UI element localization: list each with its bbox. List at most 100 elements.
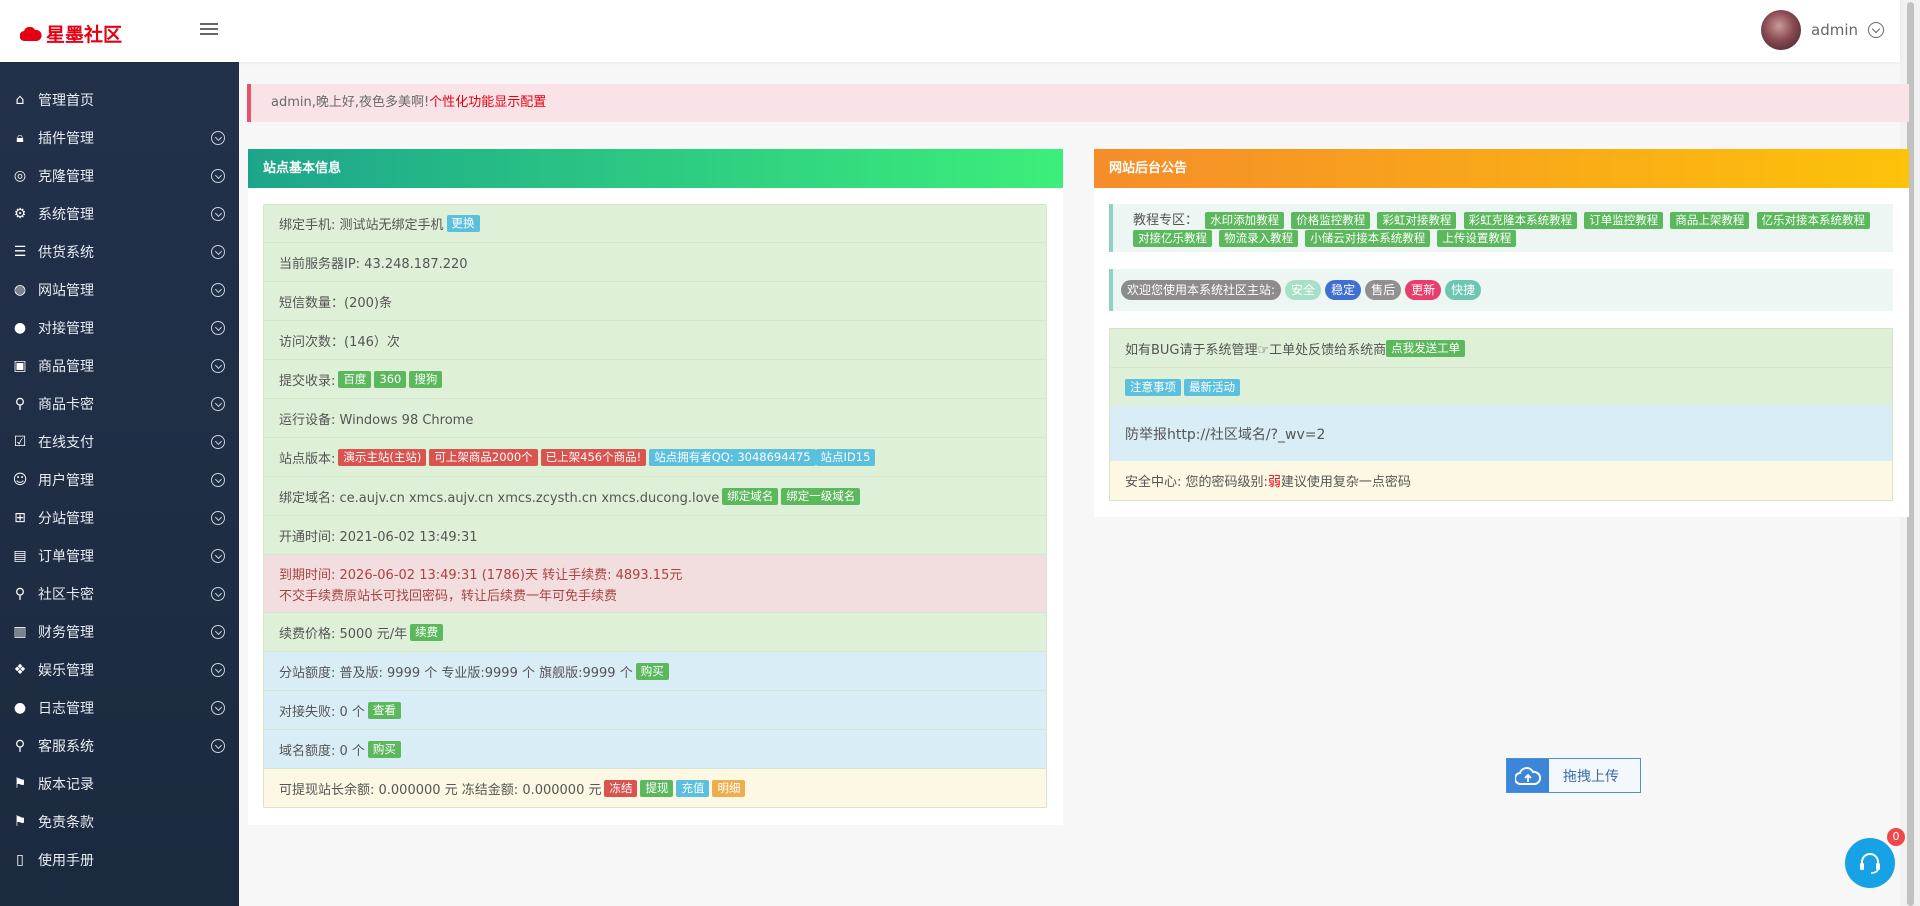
- renew-label: 续费价格: 5000 元/年: [279, 626, 408, 642]
- brand-logo[interactable]: 星墨社区: [20, 20, 122, 47]
- sidebar-item-customer-service[interactable]: ⚲ 客服系统: [0, 727, 239, 765]
- tutorial-link[interactable]: 对接亿乐教程: [1133, 230, 1212, 247]
- sidebar-item-product-keys[interactable]: ⚲ 商品卡密: [0, 385, 239, 423]
- tutorial-link[interactable]: 物流录入教程: [1219, 230, 1299, 247]
- sidebar-item-clone[interactable]: ◎ 克隆管理: [0, 157, 239, 195]
- personalize-link[interactable]: 个性化功能显示配置: [429, 95, 546, 110]
- sidebar-item-label: 使用手册: [38, 853, 94, 869]
- chevron-down-icon: [211, 207, 225, 221]
- sidebar-item-manual[interactable]: ▯ 使用手册: [0, 841, 239, 879]
- quota-row: 分站额度: 普及版: 9999 个 专业版:9999 个 旗舰版:9999 个 …: [264, 652, 1046, 691]
- anti-report-url: 防举报http://社区域名/?_wv=2: [1125, 426, 1326, 443]
- 360-button[interactable]: 360: [374, 370, 407, 388]
- withdraw-button[interactable]: 提现: [640, 779, 674, 797]
- sidebar-item-label: 版本记录: [38, 777, 94, 793]
- recharge-button[interactable]: 充值: [676, 779, 710, 797]
- change-phone-button[interactable]: 更换: [446, 215, 480, 232]
- sidebar-item-label: 社区卡密: [38, 587, 94, 603]
- buy-domain-button[interactable]: 购买: [367, 740, 401, 758]
- sidebar-item-logs[interactable]: ● 日志管理: [0, 689, 239, 727]
- view-button[interactable]: 查看: [367, 701, 401, 719]
- tutorial-link[interactable]: 商品上架教程: [1670, 212, 1750, 229]
- drag-upload-button[interactable]: 拖拽上传: [1506, 758, 1641, 793]
- tutorial-link[interactable]: 小储云对接本系统教程: [1305, 230, 1431, 247]
- stable-pill: 稳定: [1325, 280, 1362, 300]
- anti-report-row: 防举报http://社区域名/?_wv=2: [1110, 406, 1892, 461]
- sidebar-item-label: 插件管理: [38, 131, 94, 147]
- tutorial-link[interactable]: 订单监控教程: [1584, 212, 1664, 229]
- sidebar-item-plugins[interactable]: 🔒︎ 插件管理: [0, 119, 239, 157]
- bind-domain-button[interactable]: 绑定域名: [722, 487, 779, 505]
- sidebar-item-community-keys[interactable]: ⚲ 社区卡密: [0, 575, 239, 613]
- tutorial-link[interactable]: 价格监控教程: [1291, 212, 1371, 229]
- chevron-down-icon: [211, 359, 225, 373]
- renew-row: 续费价格: 5000 元/年 续费: [264, 613, 1046, 652]
- product-limit-badge: 可上架商品2000个: [429, 448, 538, 466]
- tutorial-link[interactable]: 上传设置教程: [1437, 230, 1517, 247]
- chevron-down-icon: [211, 131, 225, 145]
- chevron-down-icon: [211, 473, 225, 487]
- tutorial-link[interactable]: 彩虹克隆本系统教程: [1463, 212, 1578, 229]
- username[interactable]: admin: [1811, 21, 1858, 39]
- cloud-icon: [20, 26, 42, 41]
- sidebar-item-website[interactable]: ◍ 网站管理: [0, 271, 239, 309]
- panel-title: 网站后台公告: [1094, 149, 1909, 188]
- dock-fail-label: 对接失败: 0 个: [279, 704, 365, 720]
- chevron-down-icon: [211, 663, 225, 677]
- sidebar-item-label: 系统管理: [38, 207, 94, 223]
- sidebar-item-version[interactable]: ⚑ 版本记录: [0, 765, 239, 803]
- buy-quota-button[interactable]: 购买: [635, 662, 669, 680]
- sidebar-item-connect[interactable]: ● 对接管理: [0, 309, 239, 347]
- finance-icon: ▥: [13, 624, 27, 640]
- sidebar: ⌂ 管理首页 🔒︎ 插件管理 ◎ 克隆管理 ⚙ 系统管理 ☰ 供货系统 ◍ 网站管理 ● 对接…: [0, 62, 239, 906]
- sidebar-item-orders[interactable]: ▤ 订单管理: [0, 537, 239, 575]
- freeze-button[interactable]: 冻结: [604, 779, 638, 797]
- notes-row: 注意事项 最新活动: [1110, 368, 1892, 406]
- chevron-down-icon[interactable]: [1868, 22, 1884, 38]
- welcome-box: 欢迎您使用本系统社区主站: 安全 稳定 售后 更新 快捷: [1109, 269, 1893, 311]
- tutorial-link[interactable]: 亿乐对接本系统教程: [1756, 212, 1870, 229]
- security-label: 安全中心: 您的密码级别:: [1125, 475, 1268, 490]
- tutorial-link[interactable]: 水印添加教程: [1205, 212, 1285, 229]
- customer-service-button[interactable]: [1845, 838, 1895, 888]
- connect-icon: ●: [13, 320, 27, 336]
- sidebar-item-system[interactable]: ⚙ 系统管理: [0, 195, 239, 233]
- card-key-icon: ⚲: [14, 586, 26, 602]
- latest-activity-button[interactable]: 最新活动: [1184, 378, 1240, 396]
- sidebar-item-home[interactable]: ⌂ 管理首页: [0, 81, 239, 119]
- sidebar-item-users[interactable]: ☺ 用户管理: [0, 461, 239, 499]
- brand-name: 星墨社区: [46, 24, 123, 46]
- sidebar-item-label: 分站管理: [38, 511, 94, 527]
- device-row: 运行设备: Windows 98 Chrome: [264, 399, 1046, 438]
- bind-root-domain-button[interactable]: 绑定一级域名: [781, 487, 861, 505]
- sidebar-item-products[interactable]: ▣ 商品管理: [0, 347, 239, 385]
- send-ticket-button[interactable]: 点我发送工单: [1386, 339, 1466, 357]
- cloud-upload-icon: [1507, 759, 1549, 792]
- baidu-button[interactable]: 百度: [338, 370, 372, 388]
- sitemap-icon: ⊞: [14, 510, 26, 526]
- security-row: 安全中心: 您的密码级别: 弱 建议使用复杂一点密码: [1110, 461, 1892, 500]
- avatar[interactable]: [1761, 10, 1801, 50]
- sidebar-item-entertainment[interactable]: ❖ 娱乐管理: [0, 651, 239, 689]
- tutorial-box: 教程专区： 水印添加教程 价格监控教程 彩虹对接教程 彩虹克隆本系统教程 订单监…: [1109, 204, 1893, 252]
- sidebar-item-payment[interactable]: ☑ 在线支付: [0, 423, 239, 461]
- signpost-icon: ⚑: [13, 814, 27, 830]
- safe-pill: 安全: [1285, 280, 1322, 300]
- sidebar-item-supply[interactable]: ☰ 供货系统: [0, 233, 239, 271]
- sidebar-item-finance[interactable]: ▥ 财务管理: [0, 613, 239, 651]
- chevron-down-icon: [211, 549, 225, 563]
- sogou-button[interactable]: 搜狗: [409, 370, 443, 388]
- sidebar-item-disclaimer[interactable]: ⚑ 免责条款: [0, 803, 239, 841]
- sms-count-row: 短信数量：(200)条: [264, 282, 1046, 321]
- signpost-icon: ⚑: [13, 776, 27, 792]
- sidebar-item-substations[interactable]: ⊞ 分站管理: [0, 499, 239, 537]
- sidebar-item-label: 克隆管理: [38, 169, 94, 185]
- renew-button[interactable]: 续费: [410, 623, 444, 641]
- user-menu[interactable]: admin: [1761, 10, 1884, 50]
- site-info-list: 绑定手机: 测试站无绑定手机 更换 当前服务器IP: 43.248.187.22…: [263, 204, 1047, 808]
- sidebar-item-label: 管理首页: [38, 93, 94, 109]
- menu-toggle-icon[interactable]: [200, 20, 218, 38]
- details-button[interactable]: 明细: [712, 779, 746, 797]
- tutorial-link[interactable]: 彩虹对接教程: [1377, 212, 1457, 229]
- notes-button[interactable]: 注意事项: [1125, 378, 1181, 396]
